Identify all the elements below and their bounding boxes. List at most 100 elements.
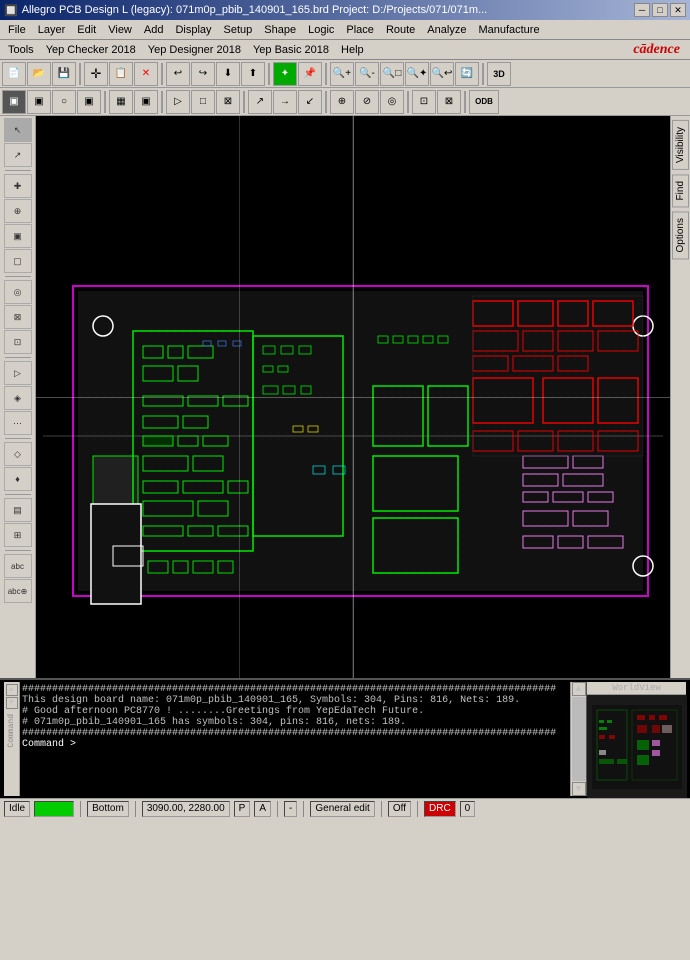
console-text-area[interactable]: ########################################… [20, 682, 570, 796]
menu-edit[interactable]: Edit [71, 22, 102, 38]
maximize-button[interactable]: □ [652, 3, 668, 17]
close-button[interactable]: ✕ [670, 3, 686, 17]
lt-grid[interactable]: ⊞ [4, 523, 32, 547]
tb2-11[interactable]: → [273, 90, 297, 114]
scroll-up-btn[interactable]: ▲ [572, 682, 586, 696]
tb2-7[interactable]: ▷ [166, 90, 190, 114]
menu-analyze[interactable]: Analyze [421, 22, 472, 38]
tb-undo[interactable]: ↩ [166, 62, 190, 86]
lt-dots[interactable]: ⋯ [4, 411, 32, 435]
lt-cross[interactable]: ⊠ [4, 305, 32, 329]
tb2-2[interactable]: ▣ [27, 90, 51, 114]
menu-tools[interactable]: Tools [2, 42, 40, 58]
tb-3d[interactable]: 3D [487, 62, 511, 86]
status-indicator-green [34, 801, 74, 817]
console-command-prompt[interactable]: Command > [22, 739, 568, 750]
sep10 [407, 91, 409, 113]
lt-text[interactable]: abc [4, 554, 32, 578]
menu-route[interactable]: Route [380, 22, 421, 38]
tb2-5[interactable]: ▦ [109, 90, 133, 114]
tb2-4[interactable]: ▣ [77, 90, 101, 114]
lt-outline[interactable]: ▢ [4, 249, 32, 273]
options-tab[interactable]: Options [672, 211, 689, 259]
tb-zoom-in[interactable]: 🔍+ [330, 62, 354, 86]
tb2-1[interactable]: ▣ [2, 90, 26, 114]
tb2-14[interactable]: ⊘ [355, 90, 379, 114]
tb-zoom-fit[interactable]: 🔍□ [380, 62, 404, 86]
status-a[interactable]: A [254, 801, 271, 817]
tb-delete[interactable]: ✕ [134, 62, 158, 86]
tb2-13[interactable]: ⊕ [330, 90, 354, 114]
lt-rect[interactable]: ▣ [4, 224, 32, 248]
minimap-label: WorldView [587, 682, 686, 695]
tb-pin[interactable]: 📌 [298, 62, 322, 86]
menu-add[interactable]: Add [138, 22, 170, 38]
menu-logic[interactable]: Logic [302, 22, 340, 38]
menu-layer[interactable]: Layer [32, 22, 72, 38]
menu-yep-basic[interactable]: Yep Basic 2018 [247, 42, 335, 58]
tb2-15[interactable]: ◎ [380, 90, 404, 114]
tb2-3[interactable]: ○ [52, 90, 76, 114]
lt-via[interactable]: ⊕ [4, 199, 32, 223]
tb-zoom-refresh[interactable]: 🔄 [455, 62, 479, 86]
visibility-tab[interactable]: Visibility [672, 120, 689, 170]
tb-redo[interactable]: ↪ [191, 62, 215, 86]
tb-down[interactable]: ⬇ [216, 62, 240, 86]
tb-zoom-prev[interactable]: 🔍↩ [430, 62, 454, 86]
menu-yep-designer[interactable]: Yep Designer 2018 [142, 42, 247, 58]
console-scrollbar[interactable]: ▲ ▼ [570, 682, 586, 796]
lt-poly[interactable]: ⊡ [4, 330, 32, 354]
tb2-odb[interactable]: ODB [469, 90, 499, 114]
tb-cross[interactable]: ✛ [84, 62, 108, 86]
lt-add-connect[interactable]: ✚ [4, 174, 32, 198]
tb2-9[interactable]: ⊠ [216, 90, 240, 114]
scroll-down-btn[interactable]: ▼ [572, 782, 586, 796]
lt-star[interactable]: ◈ [4, 386, 32, 410]
tb2-17[interactable]: ⊠ [437, 90, 461, 114]
lt-select[interactable]: ↖ [4, 118, 32, 142]
console-scroll-dn[interactable]: ▼ [6, 697, 18, 709]
status-drc[interactable]: DRC [424, 801, 456, 817]
tb-up[interactable]: ⬆ [241, 62, 265, 86]
status-p[interactable]: P [234, 801, 251, 817]
menu-file[interactable]: File [2, 22, 32, 38]
lt-diamond[interactable]: ◇ [4, 442, 32, 466]
menu-yep-checker[interactable]: Yep Checker 2018 [40, 42, 142, 58]
tb2-16[interactable]: ⊡ [412, 90, 436, 114]
title-bar-controls[interactable]: ─ □ ✕ [634, 3, 686, 17]
status-layer[interactable]: Bottom [87, 801, 129, 817]
sep2 [161, 63, 163, 85]
menu-manufacture[interactable]: Manufacture [472, 22, 545, 38]
menu-place[interactable]: Place [340, 22, 380, 38]
menu-view[interactable]: View [102, 22, 138, 38]
lt-arrow-r[interactable]: ▷ [4, 361, 32, 385]
tb-open[interactable]: 📂 [27, 62, 51, 86]
menu-setup[interactable]: Setup [218, 22, 259, 38]
find-tab[interactable]: Find [672, 174, 689, 207]
menu-help[interactable]: Help [335, 42, 370, 58]
tb-zoom-out[interactable]: 🔍- [355, 62, 379, 86]
sep7 [161, 91, 163, 113]
lt-circle[interactable]: ◎ [4, 280, 32, 304]
tb-new[interactable]: 📄 [2, 62, 26, 86]
menu-bar-2: Tools Yep Checker 2018 Yep Designer 2018… [0, 40, 690, 60]
canvas-area[interactable] [36, 116, 670, 678]
console-scroll-up[interactable]: ▲ [6, 684, 18, 696]
lt-text-add[interactable]: abc⊕ [4, 579, 32, 603]
tb-save[interactable]: 💾 [52, 62, 76, 86]
lt-hatch[interactable]: ▤ [4, 498, 32, 522]
menu-display[interactable]: Display [169, 22, 217, 38]
lt-diamond2[interactable]: ♦ [4, 467, 32, 491]
menu-shape[interactable]: Shape [258, 22, 302, 38]
tb-zoom-sel[interactable]: 🔍✦ [405, 62, 429, 86]
tb2-8[interactable]: □ [191, 90, 215, 114]
menu-bar2-left: Tools Yep Checker 2018 Yep Designer 2018… [2, 42, 370, 58]
minimize-button[interactable]: ─ [634, 3, 650, 17]
tb2-12[interactable]: ↙ [298, 90, 322, 114]
tb-copy[interactable]: 📋 [109, 62, 133, 86]
tb2-6[interactable]: ▣ [134, 90, 158, 114]
tb-route-active[interactable]: ✦ [273, 62, 297, 86]
tb2-10[interactable]: ↗ [248, 90, 272, 114]
minimap-svg [587, 695, 687, 798]
lt-move[interactable]: ↗ [4, 143, 32, 167]
